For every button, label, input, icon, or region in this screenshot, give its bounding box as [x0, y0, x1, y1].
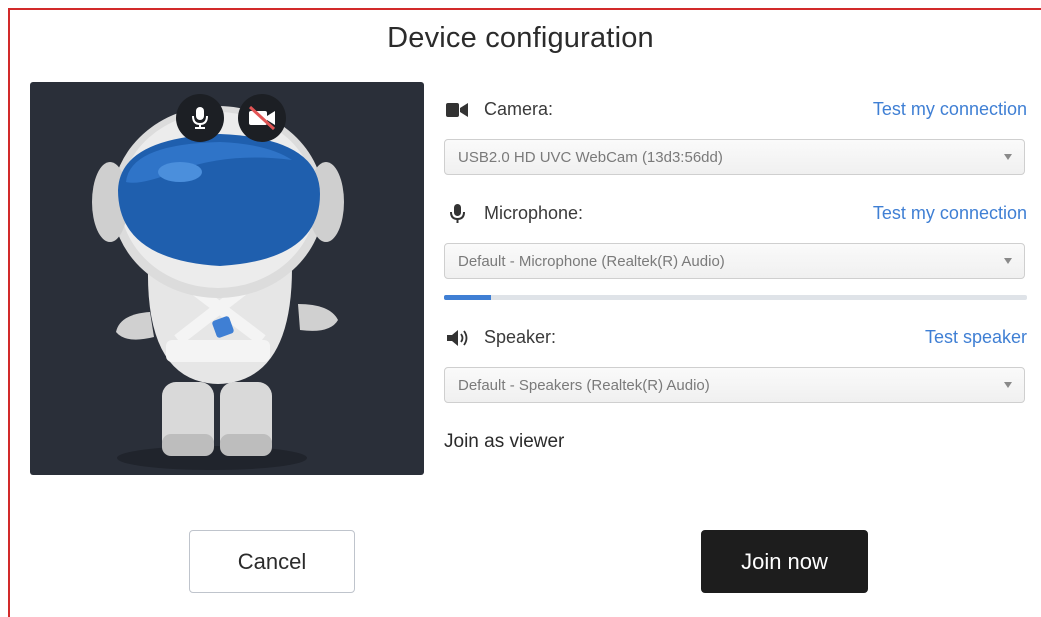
cancel-button[interactable]: Cancel	[189, 530, 355, 593]
toggle-microphone-button[interactable]	[176, 94, 224, 142]
speaker-icon	[446, 328, 470, 348]
camera-select[interactable]: USB2.0 HD UVC WebCam (13d3:56dd)	[444, 139, 1025, 175]
chevron-down-icon	[1004, 382, 1012, 388]
chevron-down-icon	[1004, 154, 1012, 160]
astronaut-avatar	[92, 106, 344, 470]
join-as-viewer-link[interactable]: Join as viewer	[444, 431, 564, 453]
speaker-select[interactable]: Default - Speakers (Realtek(R) Audio)	[444, 367, 1025, 403]
video-preview	[30, 82, 424, 475]
test-camera-link[interactable]: Test my connection	[873, 99, 1027, 120]
join-now-button[interactable]: Join now	[701, 530, 868, 593]
microphone-select[interactable]: Default - Microphone (Realtek(R) Audio)	[444, 243, 1025, 279]
frame-border-left	[8, 8, 10, 617]
microphone-level-fill	[444, 295, 491, 300]
microphone-icon	[192, 107, 208, 129]
microphone-row: Microphone: Test my connection	[444, 201, 1027, 227]
speaker-label: Speaker:	[484, 327, 557, 347]
video-camera-icon	[446, 100, 470, 120]
camera-row: Camera: Test my connection	[444, 97, 1027, 123]
microphone-label: Microphone:	[484, 203, 584, 223]
toggle-camera-button[interactable]	[238, 94, 286, 142]
microphone-level-meter	[444, 295, 1027, 300]
microphone-selected-value: Default - Microphone (Realtek(R) Audio)	[458, 253, 725, 270]
chevron-down-icon	[1004, 258, 1012, 264]
dialog-title: Device configuration	[387, 22, 654, 54]
microphone-icon	[446, 204, 470, 224]
test-microphone-link[interactable]: Test my connection	[873, 203, 1027, 224]
camera-off-icon	[248, 106, 276, 130]
speaker-selected-value: Default - Speakers (Realtek(R) Audio)	[458, 377, 710, 394]
camera-selected-value: USB2.0 HD UVC WebCam (13d3:56dd)	[458, 149, 723, 166]
frame-border-top	[8, 8, 1041, 10]
test-speaker-link[interactable]: Test speaker	[925, 327, 1027, 348]
speaker-row: Speaker: Test speaker	[444, 325, 1027, 351]
camera-label: Camera:	[484, 99, 554, 119]
